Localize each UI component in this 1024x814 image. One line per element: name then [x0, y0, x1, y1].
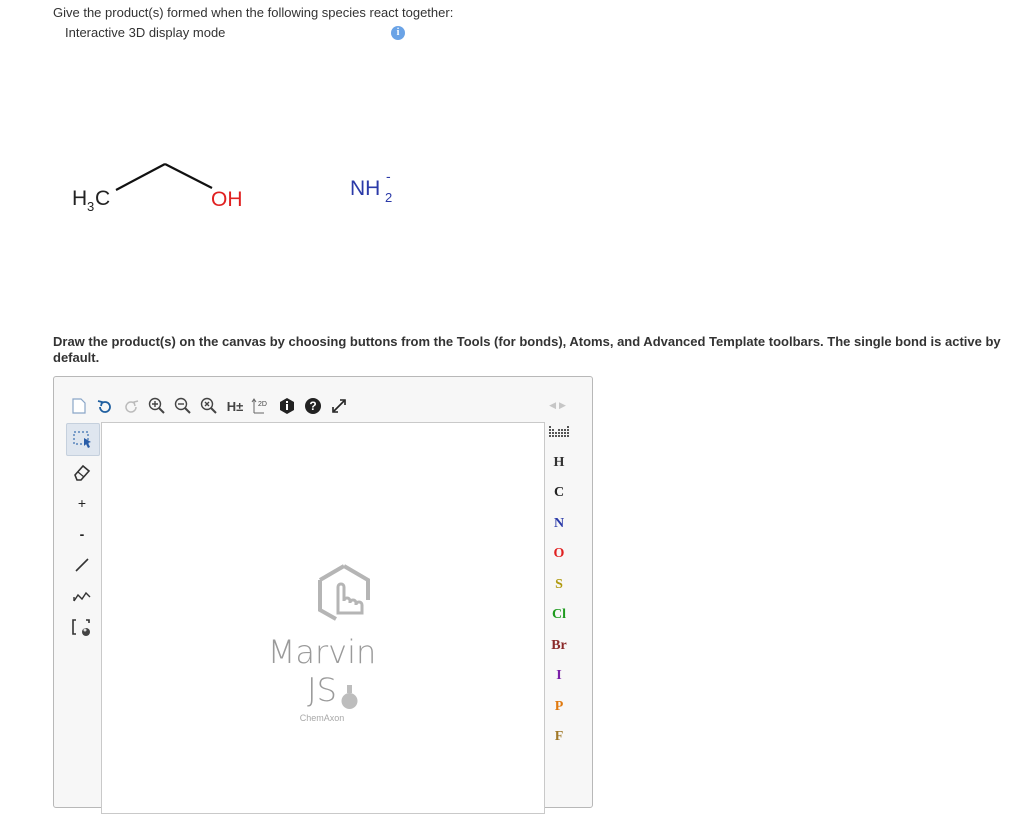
about-button[interactable] — [274, 395, 300, 417]
undo-button[interactable] — [92, 395, 118, 417]
atom-f-button[interactable]: F — [544, 722, 574, 753]
atom-h-button[interactable]: H — [544, 448, 574, 479]
atom-br-button[interactable]: Br — [544, 631, 574, 662]
toolbar-scroll-arrows[interactable]: ◀ ▶ — [544, 393, 574, 417]
atom-i-button[interactable]: I — [544, 661, 574, 692]
atom-i-label: I — [556, 668, 562, 684]
hydrogen-toggle-button[interactable]: H± — [222, 395, 248, 417]
undo-icon — [97, 400, 111, 413]
ch3-subscript: 3 — [87, 199, 94, 214]
rectangle-select-icon — [73, 430, 91, 448]
atom-p-label: P — [554, 698, 564, 714]
amide-ion-structure: NH 2 - — [350, 168, 392, 205]
single-bond-icon — [75, 557, 89, 572]
drawing-canvas[interactable]: Marvin JS ChemAxon — [101, 422, 545, 814]
hydrogen-toggle-label: H± — [226, 398, 244, 414]
atom-f-label: F — [554, 729, 564, 745]
zoom-out-button[interactable] — [170, 395, 196, 417]
fullscreen-icon — [332, 399, 346, 413]
atom-p-button[interactable]: P — [544, 692, 574, 723]
periodic-table-icon — [549, 426, 569, 438]
marvin-hexagon-icon — [318, 564, 370, 621]
chemaxon-brand: ChemAxon — [299, 713, 345, 723]
bracket-tool-button[interactable] — [66, 611, 98, 642]
atom-c-label: C — [553, 485, 565, 501]
marvin-editor: H± 2D ? + - Marvin JS ChemAxon ◀ ▶ H C N… — [53, 376, 593, 814]
clean-2d-label: 2D — [258, 401, 267, 408]
atoms-toolbar: ◀ ▶ H C N O S Cl Br I P F — [544, 393, 574, 753]
redo-icon — [125, 400, 139, 413]
info-icon[interactable]: i — [391, 26, 405, 40]
ch3-h-label: H — [72, 187, 87, 210]
clean-2d-button[interactable]: 2D — [248, 395, 274, 417]
fullscreen-button[interactable] — [326, 395, 352, 417]
atom-c-button[interactable]: C — [544, 478, 574, 509]
atom-cl-label: Cl — [552, 607, 566, 623]
c-c-bond — [115, 163, 166, 191]
atom-s-label: S — [555, 576, 563, 592]
zoom-fit-icon — [200, 397, 217, 414]
new-document-icon — [72, 398, 86, 414]
atom-o-button[interactable]: O — [544, 539, 574, 570]
minus-charge-icon: - — [79, 525, 85, 542]
drawing-instructions: Draw the product(s) on the canvas by cho… — [53, 334, 1001, 365]
bracket-icon — [72, 618, 90, 636]
atom-s-button[interactable]: S — [544, 570, 574, 601]
zoom-in-button[interactable] — [144, 395, 170, 417]
marvin-logo-graphic — [318, 564, 370, 709]
chain-icon — [73, 591, 91, 601]
oh-label: OH — [211, 188, 243, 211]
ch3-c-label: C — [95, 187, 110, 210]
redo-button[interactable] — [118, 395, 144, 417]
atom-o-label: O — [553, 546, 565, 562]
zoom-fit-button[interactable] — [196, 395, 222, 417]
zoom-out-icon — [174, 397, 191, 414]
nh2-subscript: 2 — [385, 190, 392, 205]
atom-br-label: Br — [551, 637, 567, 653]
atom-n-button[interactable]: N — [544, 509, 574, 540]
help-button[interactable]: ? — [300, 395, 326, 417]
atom-n-label: N — [553, 515, 565, 531]
help-icon: ? — [305, 398, 321, 414]
chevron-left-icon: ◀ — [549, 399, 559, 410]
nh2-label: NH — [350, 177, 380, 200]
question-prompt: Give the product(s) formed when the foll… — [53, 5, 454, 20]
periodic-table-button[interactable] — [544, 417, 574, 448]
single-bond-button[interactable] — [66, 549, 98, 580]
c-o-bond — [164, 163, 213, 189]
plus-charge-icon: + — [77, 494, 87, 511]
new-document-button[interactable] — [66, 395, 92, 417]
clean-2d-icon: 2D — [251, 398, 267, 414]
chain-tool-button[interactable] — [66, 580, 98, 611]
chevron-right-icon: ▶ — [559, 399, 569, 410]
increase-charge-button[interactable]: + — [66, 487, 98, 518]
display-mode-label: Interactive 3D display mode — [65, 25, 226, 40]
atom-h-label: H — [553, 454, 565, 470]
atom-cl-button[interactable]: Cl — [544, 600, 574, 631]
select-tool-button[interactable] — [66, 423, 100, 456]
decrease-charge-button[interactable]: - — [66, 518, 98, 549]
top-toolbar: H± 2D ? — [66, 395, 352, 417]
marvin-js-brand: Marvin JS — [267, 633, 377, 709]
zoom-in-icon — [148, 397, 165, 414]
about-icon — [280, 398, 294, 414]
eraser-icon — [74, 464, 91, 481]
erase-tool-button[interactable] — [66, 456, 98, 487]
left-toolbar: + - — [66, 423, 102, 642]
reactant-structures: H 3 C OH NH 2 - — [72, 163, 392, 214]
nh2-charge: - — [386, 168, 391, 184]
ethanol-structure: H 3 C OH — [72, 163, 243, 214]
